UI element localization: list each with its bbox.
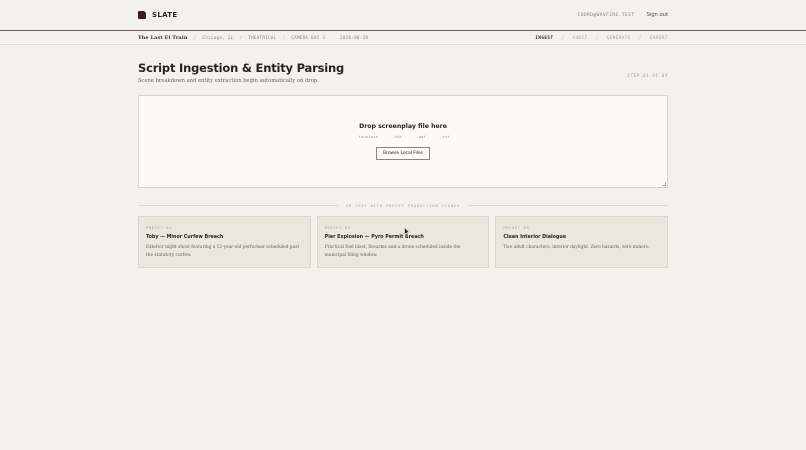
- format-fountain: .fountain: [355, 134, 379, 139]
- project-meta: The Last El Train / Chicago, IL / THEATR…: [138, 35, 368, 41]
- format-txt: .txt: [440, 134, 451, 139]
- preset-tag: PRESET 01: [146, 225, 172, 230]
- divider-line: [138, 205, 338, 206]
- resize-handle-icon: [662, 182, 666, 186]
- separator: /: [638, 35, 642, 40]
- step-generate[interactable]: GENERATE: [607, 35, 631, 40]
- app-name: SLATE: [152, 11, 178, 19]
- preset-title: Toby — Minor Curfew Breach: [146, 235, 224, 240]
- step-export[interactable]: EXPORT: [650, 35, 668, 40]
- logo-icon: [138, 11, 146, 19]
- separator: /: [561, 35, 565, 40]
- project-location: Chicago, IL: [202, 35, 234, 40]
- preset-card-03[interactable]: PRESET 03 Clean Interior Dialogue Two ad…: [495, 216, 669, 268]
- preset-list: PRESET 01 Toby — Minor Curfew Breach Ext…: [138, 216, 669, 268]
- step-audit[interactable]: AUDIT: [573, 35, 588, 40]
- user-area: COORD@WAVFIRE.TEST Sign out: [578, 12, 668, 18]
- divider-line: [468, 205, 668, 206]
- step-counter: STEP 01 OF 04: [627, 73, 668, 78]
- browse-files-button[interactable]: Browse Local Files: [376, 147, 430, 160]
- preset-card-01[interactable]: PRESET 01 Toby — Minor Curfew Breach Ext…: [138, 216, 311, 268]
- dropzone-title: Drop screenplay file here: [359, 123, 447, 130]
- project-title: The Last El Train: [138, 34, 188, 41]
- user-email: COORD@WAVFIRE.TEST: [577, 12, 635, 18]
- file-dropzone[interactable]: Drop screenplay file here .fountain .fdx…: [138, 95, 668, 188]
- project-camera-day: CAMERA DAY 3: [291, 35, 326, 40]
- preset-tag: PRESET 03: [503, 225, 530, 230]
- format-pdf: .pdf: [416, 134, 427, 139]
- preset-description: Two adult characters, interior daylight.…: [503, 245, 650, 250]
- project-date: 2026-06-18: [340, 35, 369, 40]
- format-fdx: .fdx: [392, 134, 403, 139]
- preset-title: Clean Interior Dialogue: [503, 235, 567, 240]
- workflow-steps: INGEST / AUDIT / GENERATE / EXPORT: [535, 35, 668, 40]
- accepted-formats: .fountain .fdx .pdf .txt: [356, 134, 450, 139]
- presets-label: OR TEST WITH PRESET PRODUCTION SCENES: [345, 203, 461, 208]
- sign-out-link[interactable]: Sign out: [647, 12, 668, 18]
- main-content: Script Ingestion & Entity Parsing Scene …: [0, 61, 806, 268]
- page-subtitle: Scene breakdown and entity extraction be…: [138, 78, 319, 84]
- page-title: Script Ingestion & Entity Parsing: [138, 61, 344, 75]
- separator: /: [239, 35, 243, 40]
- preset-card-02[interactable]: PRESET 02 Pier Explosion — Pyro Permit B…: [316, 216, 490, 268]
- project-strip: The Last El Train / Chicago, IL / THEATR…: [0, 31, 806, 45]
- brand[interactable]: SLATE: [138, 11, 177, 19]
- separator: ·: [331, 35, 334, 40]
- preset-description: Practical fuel blast, firearms and a dro…: [324, 245, 461, 258]
- separator: /: [595, 35, 599, 40]
- separator: /: [282, 35, 286, 40]
- project-release: THEATRICAL: [248, 35, 277, 40]
- step-ingest[interactable]: INGEST: [535, 35, 553, 40]
- presets-divider: OR TEST WITH PRESET PRODUCTION SCENES: [138, 203, 668, 208]
- top-bar: SLATE COORD@WAVFIRE.TEST Sign out: [0, 0, 806, 31]
- separator: /: [193, 35, 197, 40]
- preset-tag: PRESET 02: [324, 225, 351, 230]
- preset-description: Exterior night shoot featuring a 12-year…: [146, 245, 300, 258]
- preset-title: Pier Explosion — Pyro Permit Breach: [324, 235, 424, 240]
- mouse-cursor-icon: [404, 227, 410, 236]
- page-header: Script Ingestion & Entity Parsing Scene …: [138, 61, 668, 84]
